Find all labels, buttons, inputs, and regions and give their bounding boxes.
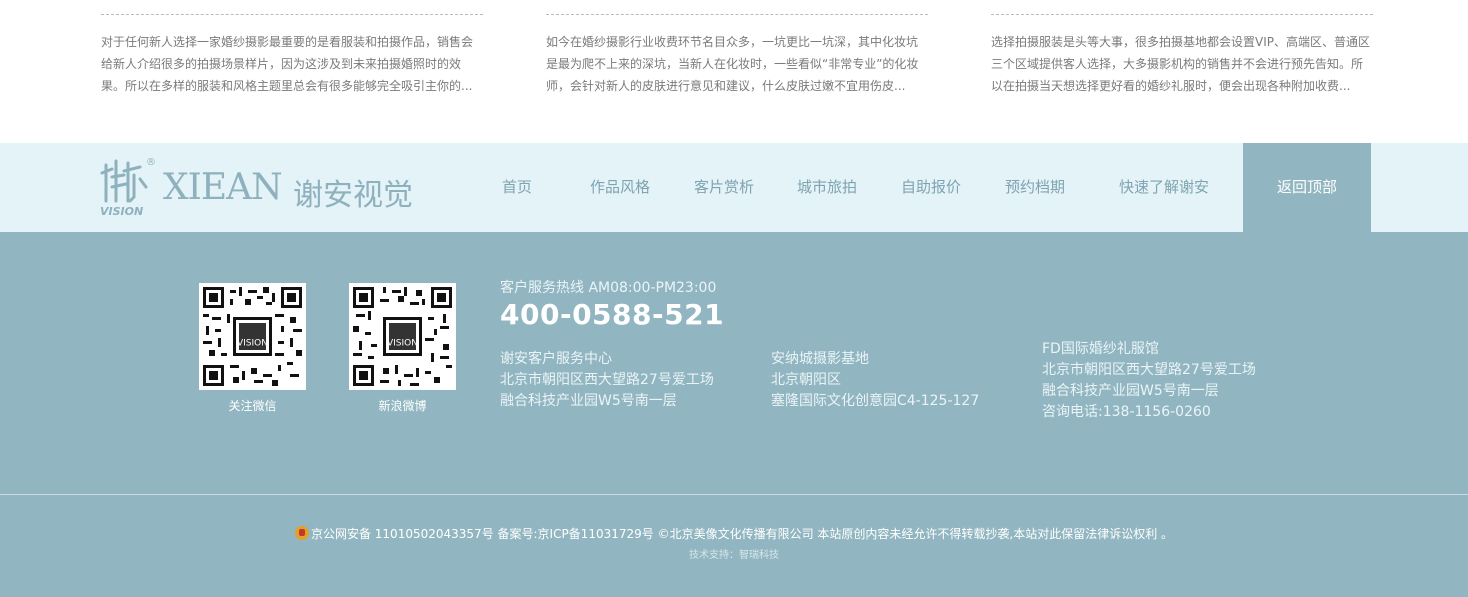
address-line: 北京市朝阳区西大望路27号爱工场 [1042,362,1256,378]
address-name: 谢安客户服务中心 [500,351,612,367]
nav-item-booking[interactable]: 预约档期 [1000,143,1070,232]
brand-name-en: XIEAN [163,167,283,208]
qr-code-icon: VISION [353,287,452,386]
address-line: 北京朝阳区 [771,372,841,388]
address-name: FD国际婚纱礼服馆 [1042,341,1159,357]
nav-item-self-quote[interactable]: 自助报价 [896,143,966,232]
qr-label-wechat: 关注微信 [228,399,277,413]
footer-divider [0,494,1468,495]
site-footer: VISION 关注微信 VISION 新浪微博 客户服务热线 AM08:00-P… [0,232,1468,597]
qr-label-weibo: 新浪微博 [378,399,427,413]
article-excerpt-text[interactable]: 如今在婚纱摄影行业收费环节名目众多，一坑更比一坑深，其中化妆坑是最为爬不上来的深… [546,31,928,97]
nav-item-about[interactable]: 快速了解谢安 [1114,143,1214,232]
consult-phone: 咨询电话:138-1156-0260 [1042,404,1211,420]
article-excerpt-text[interactable]: 对于任何新人选择一家婚纱摄影最重要的是看服装和拍摄作品，销售会给新人介绍很多的拍… [101,31,483,97]
police-badge-icon [294,526,309,540]
svg-text:VISION: VISION [237,339,268,349]
article-excerpt-text[interactable]: 选择拍摄服装是头等大事，很多拍摄基地都会设置VIP、高端区、普通区三个区域提供客… [991,31,1373,97]
logo-mark-text: VISION [100,205,143,218]
address-block-photo-base: 安纳城摄影基地 北京朝阳区 塞隆国际文化创意园C4-125-127 [771,349,979,412]
main-navigation: VISION ® XIEAN 谢安视觉 首页 作品风格 客片赏析 城市旅拍 自助… [0,143,1468,232]
article-excerpts: 对于任何新人选择一家婚纱摄影最重要的是看服装和拍摄作品，销售会给新人介绍很多的拍… [0,0,1468,143]
address-line: 融合科技产业园W5号南一层 [1042,383,1219,399]
dotted-divider [101,14,483,15]
site-logo[interactable]: VISION ® XIEAN 谢安视觉 [100,157,440,219]
wechat-qr-code: VISION [199,283,306,390]
hotline-label: 客户服务热线 AM08:00-PM23:00 [500,280,717,296]
article-excerpt[interactable]: 选择拍摄服装是头等大事，很多拍摄基地都会设置VIP、高端区、普通区三个区域提供客… [991,14,1373,97]
dotted-divider [546,14,928,15]
nav-item-client-gallery[interactable]: 客片赏析 [689,143,759,232]
address-name: 安纳城摄影基地 [771,351,869,367]
weibo-qr-code: VISION [349,283,456,390]
address-line: 北京市朝阳区西大望路27号爱工场 [500,372,714,388]
qr-code-icon: VISION [203,287,302,386]
address-line: 塞隆国际文化创意园C4-125-127 [771,393,980,409]
hotline-number[interactable]: 400-0588-521 [500,298,724,331]
back-to-top-button[interactable]: 返回顶部 [1243,143,1371,232]
registered-mark: ® [146,157,156,168]
article-excerpt[interactable]: 对于任何新人选择一家婚纱摄影最重要的是看服装和拍摄作品，销售会给新人介绍很多的拍… [101,14,483,97]
dotted-divider [991,14,1373,15]
address-line: 融合科技产业园W5号南一层 [500,393,677,409]
nav-item-portfolio[interactable]: 作品风格 [585,143,655,232]
article-excerpt[interactable]: 如今在婚纱摄影行业收费环节名目众多，一坑更比一坑深，其中化妆坑是最为爬不上来的深… [546,14,928,97]
tech-support[interactable]: 技术支持：智瑞科技 [0,546,1468,561]
nav-item-home[interactable]: 首页 [487,143,547,232]
address-block-service-center: 谢安客户服务中心 北京市朝阳区西大望路27号爱工场 融合科技产业园W5号南一层 [500,349,714,412]
nav-item-city-travel[interactable]: 城市旅拍 [792,143,862,232]
copyright-text[interactable]: 京公网安备 11010502043357号 备案号:京ICP备11031729号… [311,527,1173,541]
address-block-dress-hall: FD国际婚纱礼服馆 北京市朝阳区西大望路27号爱工场 融合科技产业园W5号南一层… [1042,339,1256,423]
svg-text:VISION: VISION [387,339,418,349]
brand-name-cn: 谢安视觉 [293,178,413,213]
copyright-bar: 京公网安备 11010502043357号 备案号:京ICP备11031729号… [0,525,1468,542]
